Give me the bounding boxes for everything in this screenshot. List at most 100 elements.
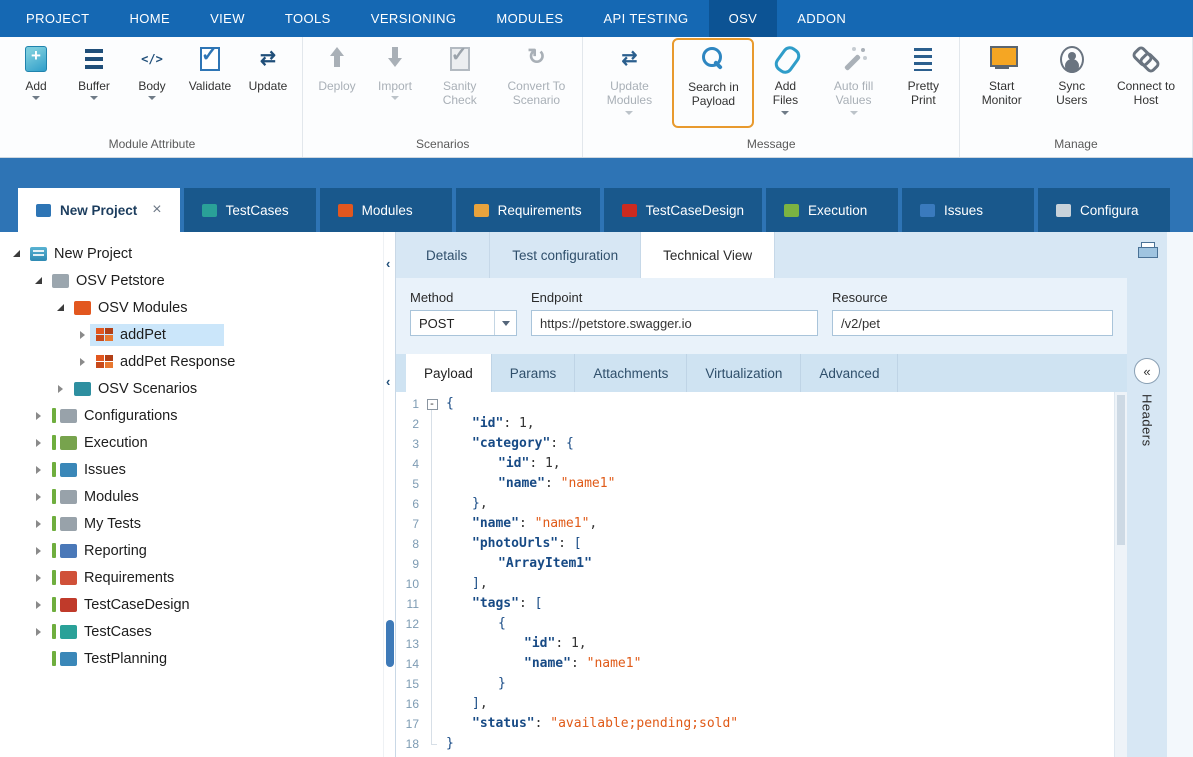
tree-item-reporting[interactable]: Reporting <box>0 537 383 564</box>
expand-toggle-icon[interactable] <box>30 439 46 447</box>
code-text: "id": 1, <box>440 454 561 474</box>
tree-item-execution[interactable]: Execution <box>0 429 383 456</box>
tree-item-new-project[interactable]: New Project <box>0 240 383 267</box>
doc-tab-label: TestCaseDesign <box>646 203 744 218</box>
doc-tab-testcases[interactable]: TestCases <box>184 188 316 232</box>
tree-item-issues[interactable]: Issues <box>0 456 383 483</box>
expand-toggle-icon[interactable] <box>74 331 90 339</box>
tree-scrollbar-thumb[interactable] <box>386 620 394 667</box>
tree-item-addpet-response[interactable]: addPet Response <box>0 348 383 375</box>
ribbon-button-deploy[interactable]: Deploy <box>308 37 366 134</box>
ribbon-button-connect-to-host[interactable]: Connect to Host <box>1105 37 1187 134</box>
ribbon-button-body[interactable]: Body <box>123 37 181 134</box>
tree-item-osv-scenarios[interactable]: OSV Scenarios <box>0 375 383 402</box>
ribbon-button-add[interactable]: Add <box>7 37 65 134</box>
expand-toggle-icon[interactable] <box>30 466 46 474</box>
expand-toggle-icon[interactable] <box>74 358 90 366</box>
menu-item-tools[interactable]: TOOLS <box>265 0 351 37</box>
doc-tab-configura[interactable]: Configura <box>1038 188 1170 232</box>
ribbon-button-auto-fill-values[interactable]: Auto fill Values <box>814 37 892 134</box>
tab-details[interactable]: Details <box>404 232 490 278</box>
ribbon-button-validate[interactable]: Validate <box>181 37 239 134</box>
menu-item-view[interactable]: VIEW <box>190 0 265 37</box>
tree-item-testplanning[interactable]: TestPlanning <box>0 645 383 672</box>
doc-tab-label: Configura <box>1080 203 1139 218</box>
fold-gutter[interactable]: - <box>424 394 440 414</box>
expand-toggle-icon[interactable] <box>8 250 24 257</box>
payload-editor[interactable]: 1-{2"id": 1,3"category": {4"id": 1,5"nam… <box>396 392 1127 757</box>
tree-item-testcases[interactable]: TestCases <box>0 618 383 645</box>
menu-item-versioning[interactable]: VERSIONING <box>351 0 477 37</box>
collapse-panel-icon[interactable]: ‹ <box>386 257 390 270</box>
doc-tab-execution[interactable]: Execution <box>766 188 898 232</box>
expand-toggle-icon[interactable] <box>30 547 46 555</box>
tree-item-requirements[interactable]: Requirements <box>0 564 383 591</box>
menu-item-home[interactable]: HOME <box>109 0 190 37</box>
tab-advanced[interactable]: Advanced <box>801 354 898 392</box>
ribbon-button-update-modules[interactable]: Update Modules <box>588 37 670 134</box>
expand-toggle-icon[interactable] <box>30 277 46 284</box>
tab-technical-view[interactable]: Technical View <box>641 232 775 278</box>
expand-toggle-icon[interactable] <box>30 601 46 609</box>
collapse-panel-icon[interactable]: ‹ <box>386 375 390 388</box>
ribbon-button-pretty-print[interactable]: Pretty Print <box>893 37 954 134</box>
tree-item-my-tests[interactable]: My Tests <box>0 510 383 537</box>
print-icon[interactable] <box>1138 242 1156 258</box>
ribbon-button-convert-to-scenario[interactable]: Convert To Scenario <box>495 37 577 134</box>
tree-item-modules[interactable]: Modules <box>0 483 383 510</box>
fold-gutter <box>424 654 440 674</box>
ribbon-button-search-in-payload[interactable]: Search in Payload <box>672 38 754 128</box>
tree-item-osv-petstore[interactable]: OSV Petstore <box>0 267 383 294</box>
line-number: 12 <box>396 614 424 634</box>
menu-item-project[interactable]: PROJECT <box>6 0 109 37</box>
tab-params[interactable]: Params <box>492 354 576 392</box>
expand-toggle-icon[interactable] <box>30 574 46 582</box>
method-select[interactable]: POST <box>410 310 517 336</box>
editor-scrollbar[interactable] <box>1114 392 1127 757</box>
body-icon <box>136 44 168 74</box>
expand-toggle-icon[interactable] <box>30 493 46 501</box>
scrollbar-thumb[interactable] <box>1117 395 1125 545</box>
tab-test-configuration[interactable]: Test configuration <box>490 232 641 278</box>
expand-toggle-icon[interactable] <box>52 385 68 393</box>
ribbon-button-label: Sync Users <box>1042 79 1101 108</box>
tree-icon-bar <box>52 624 56 639</box>
endpoint-input[interactable] <box>531 310 818 336</box>
tree-item-configurations[interactable]: Configurations <box>0 402 383 429</box>
tab-virtualization[interactable]: Virtualization <box>687 354 801 392</box>
menu-item-api-testing[interactable]: API TESTING <box>583 0 708 37</box>
menu-item-addon[interactable]: ADDON <box>777 0 866 37</box>
ribbon-button-sync-users[interactable]: Sync Users <box>1038 37 1105 134</box>
doc-tab-testcasedesign[interactable]: TestCaseDesign <box>604 188 762 232</box>
close-tab-icon[interactable]: × <box>152 201 161 219</box>
tree-item-label: Reporting <box>84 543 147 559</box>
ribbon-button-buffer[interactable]: Buffer <box>65 37 123 134</box>
expand-headers-icon[interactable]: « <box>1134 358 1160 384</box>
splitter[interactable]: ‹ ‹ <box>383 232 395 757</box>
expand-toggle-icon[interactable] <box>30 628 46 636</box>
ribbon-button-update[interactable]: Update <box>239 37 297 134</box>
tree-item-osv-modules[interactable]: OSV Modules <box>0 294 383 321</box>
menu-item-osv[interactable]: OSV <box>709 0 778 37</box>
doc-tab-issues[interactable]: Issues <box>902 188 1034 232</box>
fold-collapse-icon[interactable]: - <box>427 399 438 410</box>
resource-input[interactable] <box>832 310 1113 336</box>
expand-toggle-icon[interactable] <box>52 304 68 311</box>
expand-toggle-icon[interactable] <box>30 412 46 420</box>
tree-item-addpet[interactable]: addPet <box>0 321 383 348</box>
code-text: "id": 1, <box>440 414 535 434</box>
ribbon-button-sanity-check[interactable]: Sanity Check <box>424 37 495 134</box>
ribbon-button-add-files[interactable]: Add Files <box>756 37 814 134</box>
doc-tab-requirements[interactable]: Requirements <box>456 188 600 232</box>
ribbon-button-start-monitor[interactable]: Start Monitor <box>965 37 1039 134</box>
line-number: 7 <box>396 514 424 534</box>
doc-tab-modules[interactable]: Modules <box>320 188 452 232</box>
expand-toggle-icon[interactable] <box>30 520 46 528</box>
doc-tab-new-project[interactable]: New Project× <box>18 188 180 232</box>
chevron-down-icon[interactable] <box>494 311 516 335</box>
tab-payload[interactable]: Payload <box>406 354 492 392</box>
ribbon-button-import[interactable]: Import <box>366 37 424 134</box>
tree-item-testcasedesign[interactable]: TestCaseDesign <box>0 591 383 618</box>
tab-attachments[interactable]: Attachments <box>575 354 687 392</box>
menu-item-modules[interactable]: MODULES <box>476 0 583 37</box>
